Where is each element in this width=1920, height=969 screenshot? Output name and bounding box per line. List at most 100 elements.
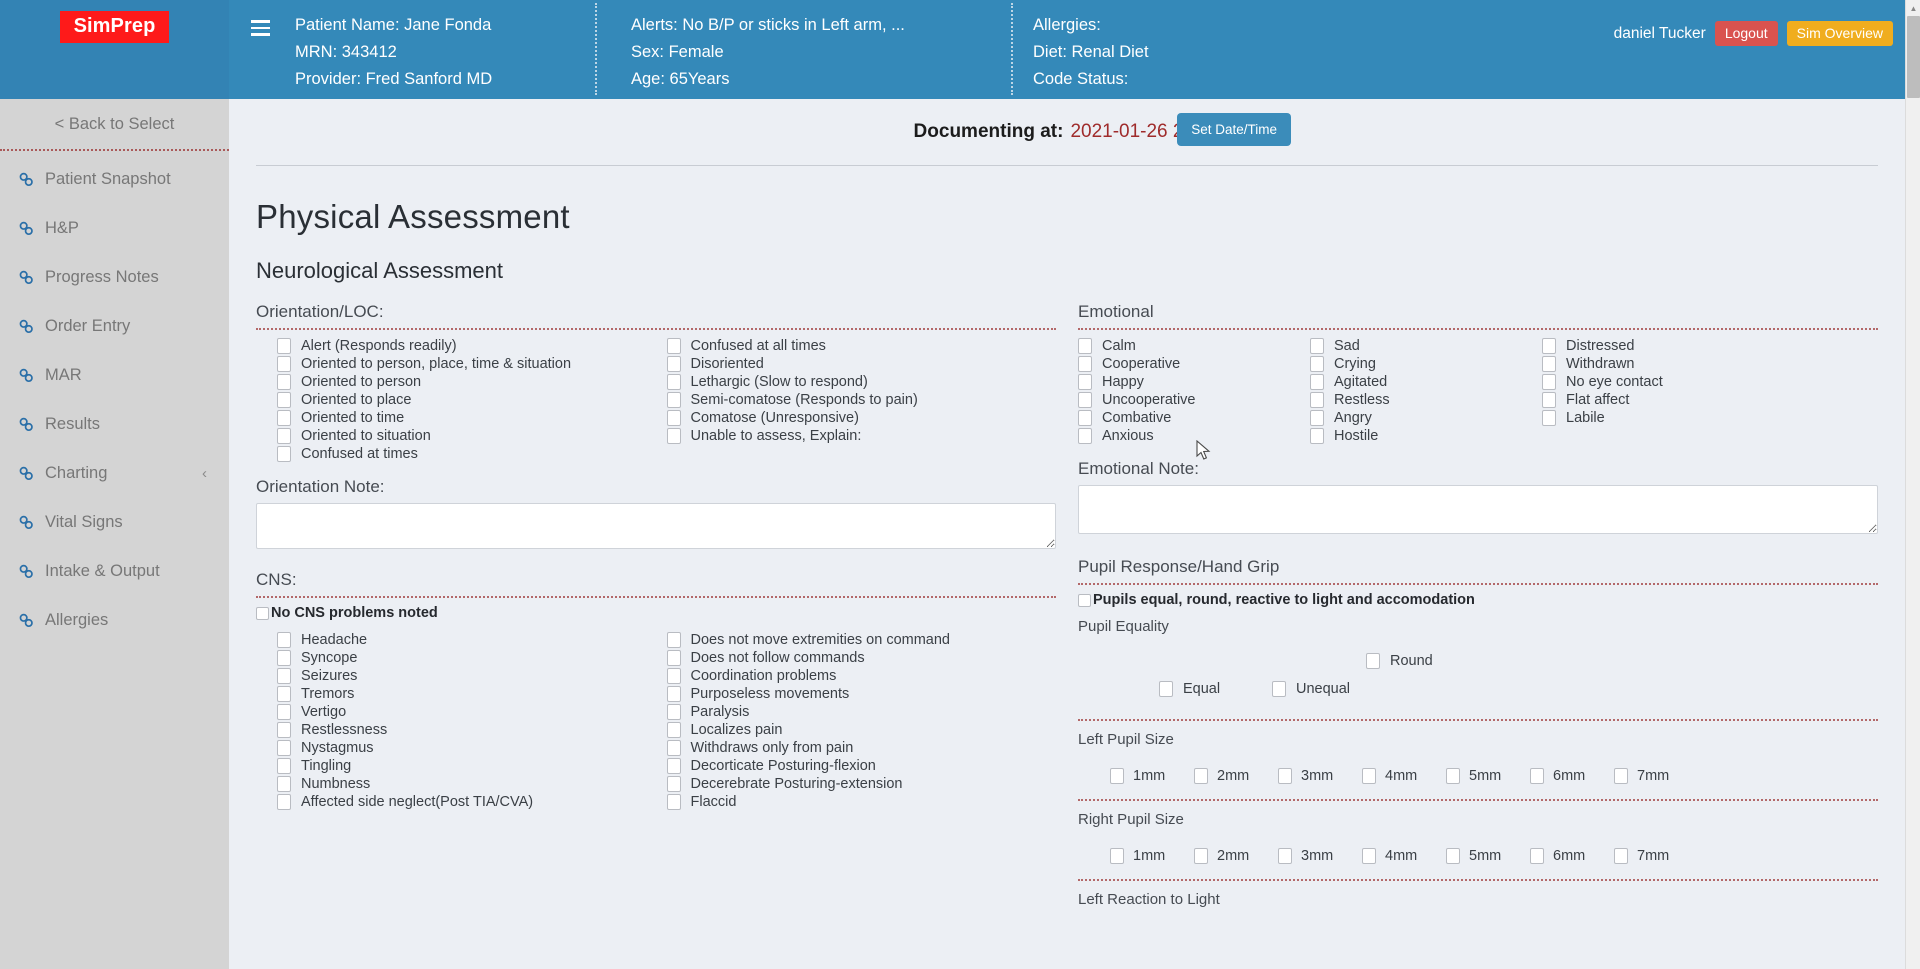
orientation-option-row[interactable]: Alert (Responds readily): [277, 337, 667, 355]
cns-option-checkbox[interactable]: [666, 794, 681, 810]
orientation-option-row[interactable]: Oriented to person, place, time & situat…: [277, 355, 667, 373]
cns-option-checkbox[interactable]: [666, 668, 681, 684]
pupil-equal-row[interactable]: Equal: [1159, 681, 1220, 697]
left-pupil-size-checkbox[interactable]: [1362, 768, 1376, 784]
left-pupil-size-cell[interactable]: 2mm: [1194, 768, 1278, 784]
orientation-option-row[interactable]: Oriented to situation: [277, 427, 667, 445]
orientation-option-checkbox[interactable]: [666, 338, 681, 354]
cns-option-checkbox[interactable]: [277, 650, 291, 666]
emotional-option-checkbox[interactable]: [1078, 338, 1092, 354]
orientation-option-checkbox[interactable]: [277, 446, 291, 462]
right-pupil-size-checkbox[interactable]: [1110, 848, 1124, 864]
right-pupil-size-checkbox[interactable]: [1362, 848, 1376, 864]
left-pupil-size-checkbox[interactable]: [1614, 768, 1628, 784]
sidebar-item-vital-signs[interactable]: Vital Signs: [0, 498, 229, 547]
cns-option-checkbox[interactable]: [277, 776, 291, 792]
emotional-option-checkbox[interactable]: [1542, 410, 1556, 426]
orientation-option-row[interactable]: Disoriented: [666, 355, 1057, 373]
cns-option-checkbox[interactable]: [666, 650, 681, 666]
emotional-option-row[interactable]: Hostile: [1310, 427, 1542, 445]
pupil-unequal-checkbox[interactable]: [1272, 681, 1286, 697]
pupil-unequal-row[interactable]: Unequal: [1272, 681, 1350, 697]
sidebar-item-progress-notes[interactable]: Progress Notes: [0, 253, 229, 302]
cns-option-row[interactable]: Tremors: [277, 685, 667, 703]
scroll-up-arrow-icon[interactable]: ▲: [1906, 0, 1920, 16]
right-pupil-size-checkbox[interactable]: [1530, 848, 1544, 864]
emotional-option-row[interactable]: Distressed: [1542, 337, 1774, 355]
right-pupil-size-cell[interactable]: 2mm: [1194, 848, 1278, 864]
cns-option-checkbox[interactable]: [277, 722, 291, 738]
cns-option-checkbox[interactable]: [666, 758, 681, 774]
emotional-option-checkbox[interactable]: [1310, 410, 1324, 426]
left-pupil-size-cell[interactable]: 6mm: [1530, 768, 1614, 784]
cns-option-row[interactable]: Decerebrate Posturing-extension: [666, 775, 1057, 793]
cns-option-checkbox[interactable]: [277, 758, 291, 774]
emotional-option-row[interactable]: Combative: [1078, 409, 1310, 427]
cns-option-checkbox[interactable]: [666, 776, 681, 792]
orientation-option-checkbox[interactable]: [277, 356, 291, 372]
left-pupil-size-checkbox[interactable]: [1530, 768, 1544, 784]
set-date-time-button[interactable]: Set Date/Time: [1177, 113, 1291, 146]
left-pupil-size-cell[interactable]: 5mm: [1446, 768, 1530, 784]
emotional-option-row[interactable]: Withdrawn: [1542, 355, 1774, 373]
orientation-option-row[interactable]: Unable to assess, Explain:: [666, 427, 1057, 445]
left-pupil-size-cell[interactable]: 3mm: [1278, 768, 1362, 784]
left-pupil-size-cell[interactable]: 4mm: [1362, 768, 1446, 784]
cns-option-row[interactable]: Tingling: [277, 757, 667, 775]
cns-option-row[interactable]: Purposeless movements: [666, 685, 1057, 703]
left-pupil-size-cell[interactable]: 1mm: [1110, 768, 1194, 784]
emotional-option-row[interactable]: Flat affect: [1542, 391, 1774, 409]
right-pupil-size-cell[interactable]: 7mm: [1614, 848, 1698, 864]
perrla-row[interactable]: Pupils equal, round, reactive to light a…: [1078, 592, 1878, 608]
emotional-option-checkbox[interactable]: [1542, 356, 1556, 372]
sidebar-item-h-p[interactable]: H&P: [0, 204, 229, 253]
orientation-option-row[interactable]: Lethargic (Slow to respond): [666, 373, 1057, 391]
cns-option-row[interactable]: Affected side neglect(Post TIA/CVA): [277, 793, 667, 811]
back-to-select-link[interactable]: < Back to Select: [0, 99, 229, 149]
perrla-checkbox[interactable]: [1078, 593, 1091, 607]
orientation-option-checkbox[interactable]: [277, 374, 291, 390]
orientation-option-row[interactable]: Oriented to time: [277, 409, 667, 427]
emotional-option-checkbox[interactable]: [1310, 374, 1324, 390]
emotional-option-row[interactable]: Cooperative: [1078, 355, 1310, 373]
orientation-option-checkbox[interactable]: [666, 428, 681, 444]
right-pupil-size-cell[interactable]: 4mm: [1362, 848, 1446, 864]
logout-button[interactable]: Logout: [1714, 21, 1778, 46]
emotional-option-row[interactable]: Calm: [1078, 337, 1310, 355]
left-pupil-size-checkbox[interactable]: [1110, 768, 1124, 784]
cns-option-checkbox[interactable]: [666, 686, 681, 702]
right-pupil-size-cell[interactable]: 1mm: [1110, 848, 1194, 864]
cns-option-row[interactable]: Does not follow commands: [666, 649, 1057, 667]
scrollbar-thumb[interactable]: [1907, 16, 1920, 98]
left-pupil-size-cell[interactable]: 7mm: [1614, 768, 1698, 784]
emotional-option-row[interactable]: Anxious: [1078, 427, 1310, 445]
right-pupil-size-checkbox[interactable]: [1446, 848, 1460, 864]
emotional-option-row[interactable]: Agitated: [1310, 373, 1542, 391]
right-pupil-size-cell[interactable]: 6mm: [1530, 848, 1614, 864]
left-pupil-size-checkbox[interactable]: [1446, 768, 1460, 784]
pupil-equal-checkbox[interactable]: [1159, 681, 1173, 697]
orientation-option-checkbox[interactable]: [666, 374, 681, 390]
emotional-note-input[interactable]: [1078, 485, 1878, 534]
emotional-option-row[interactable]: No eye contact: [1542, 373, 1774, 391]
right-pupil-size-cell[interactable]: 5mm: [1446, 848, 1530, 864]
cns-option-checkbox[interactable]: [666, 632, 681, 648]
emotional-option-checkbox[interactable]: [1310, 338, 1324, 354]
orientation-option-checkbox[interactable]: [277, 428, 291, 444]
emotional-option-checkbox[interactable]: [1078, 410, 1092, 426]
orientation-option-checkbox[interactable]: [666, 410, 681, 426]
cns-option-row[interactable]: Headache: [277, 631, 667, 649]
cns-option-checkbox[interactable]: [277, 740, 291, 756]
emotional-option-row[interactable]: Restless: [1310, 391, 1542, 409]
app-logo[interactable]: SimPrep: [59, 11, 170, 43]
emotional-option-checkbox[interactable]: [1310, 392, 1324, 408]
emotional-option-checkbox[interactable]: [1078, 392, 1092, 408]
cns-option-row[interactable]: Numbness: [277, 775, 667, 793]
cns-option-checkbox[interactable]: [666, 704, 681, 720]
right-pupil-size-checkbox[interactable]: [1278, 848, 1292, 864]
cns-option-checkbox[interactable]: [277, 668, 291, 684]
emotional-option-row[interactable]: Sad: [1310, 337, 1542, 355]
orientation-note-input[interactable]: [256, 503, 1056, 549]
cns-option-row[interactable]: Flaccid: [666, 793, 1057, 811]
chevron-left-icon[interactable]: ‹: [202, 465, 207, 482]
